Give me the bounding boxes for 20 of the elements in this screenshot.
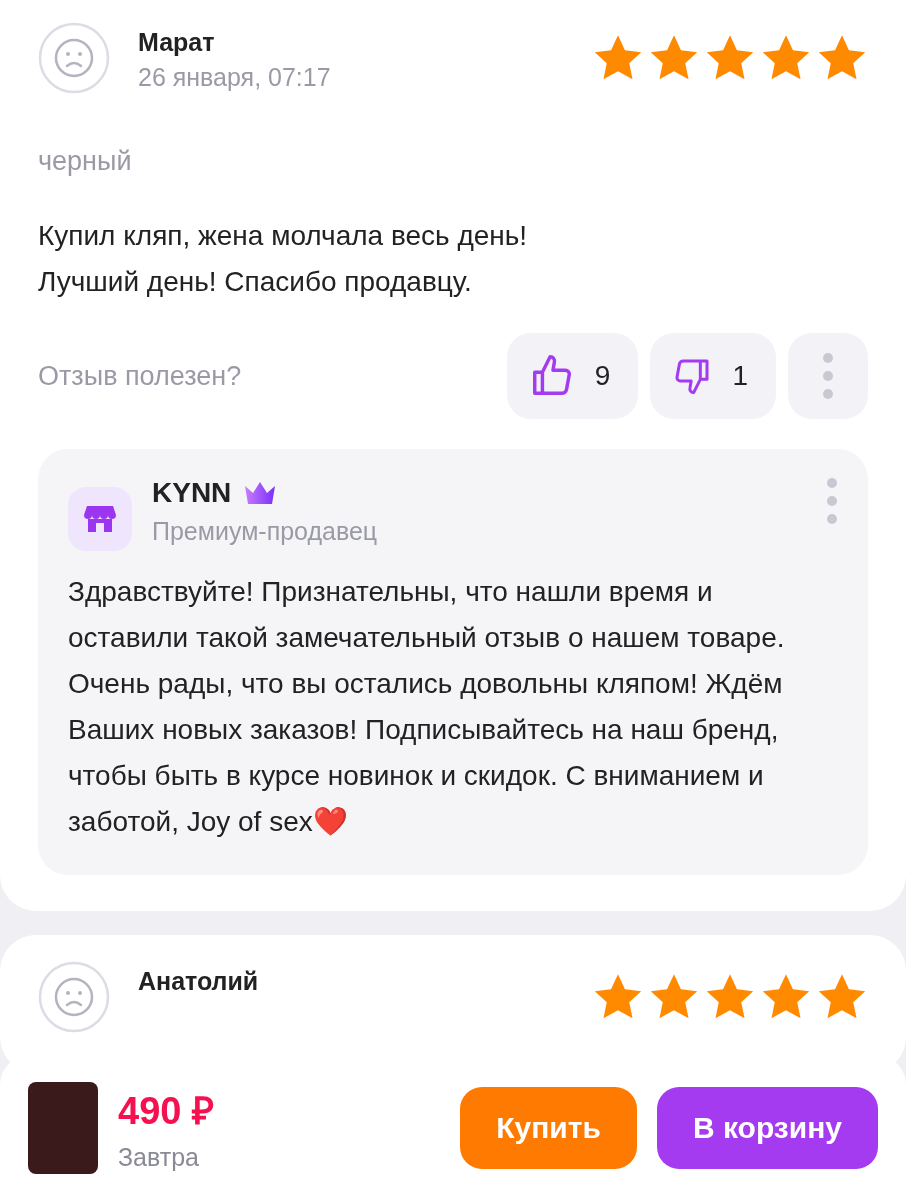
variant-label: черный	[38, 146, 133, 177]
dislike-button[interactable]: 1	[650, 333, 776, 419]
more-icon	[826, 477, 838, 525]
seller-name: KYNN	[152, 477, 232, 509]
helpful-question: Отзыв полезен?	[38, 360, 243, 392]
price: 490 ₽	[118, 1089, 215, 1134]
review-text: Купил кляп, жена молчала весь день! Лучший день! Спасибо продавцу.	[38, 219, 529, 299]
like-button[interactable]: 9	[506, 333, 639, 419]
avatar-icon	[38, 961, 110, 1033]
more-button[interactable]	[788, 333, 868, 419]
delivery-date: Завтра	[118, 1143, 200, 1172]
avatar-icon	[38, 22, 110, 94]
more-icon	[822, 352, 834, 400]
author-name: Марат	[138, 28, 216, 57]
seller-status: Премиум-продавец	[152, 517, 379, 546]
store-icon	[68, 487, 132, 551]
author-name: Анатолий	[138, 967, 260, 996]
add-to-cart-button[interactable]: В корзину	[656, 1086, 878, 1169]
review-date: 26 января, 07:17	[138, 63, 332, 92]
seller-reply-text: Здравствуйте! Признательны, что нашли время и оставили такой замечательный отзыв о нашем товаре. Очень рады, что вы остались довольны кляпом! Ждём Ваших новых заказов! Подписывайтесь на наш бренд, чтобы быть в курсе новинок и скидок. С вниманием и заботой, Joy of sex❤	[68, 575, 786, 839]
